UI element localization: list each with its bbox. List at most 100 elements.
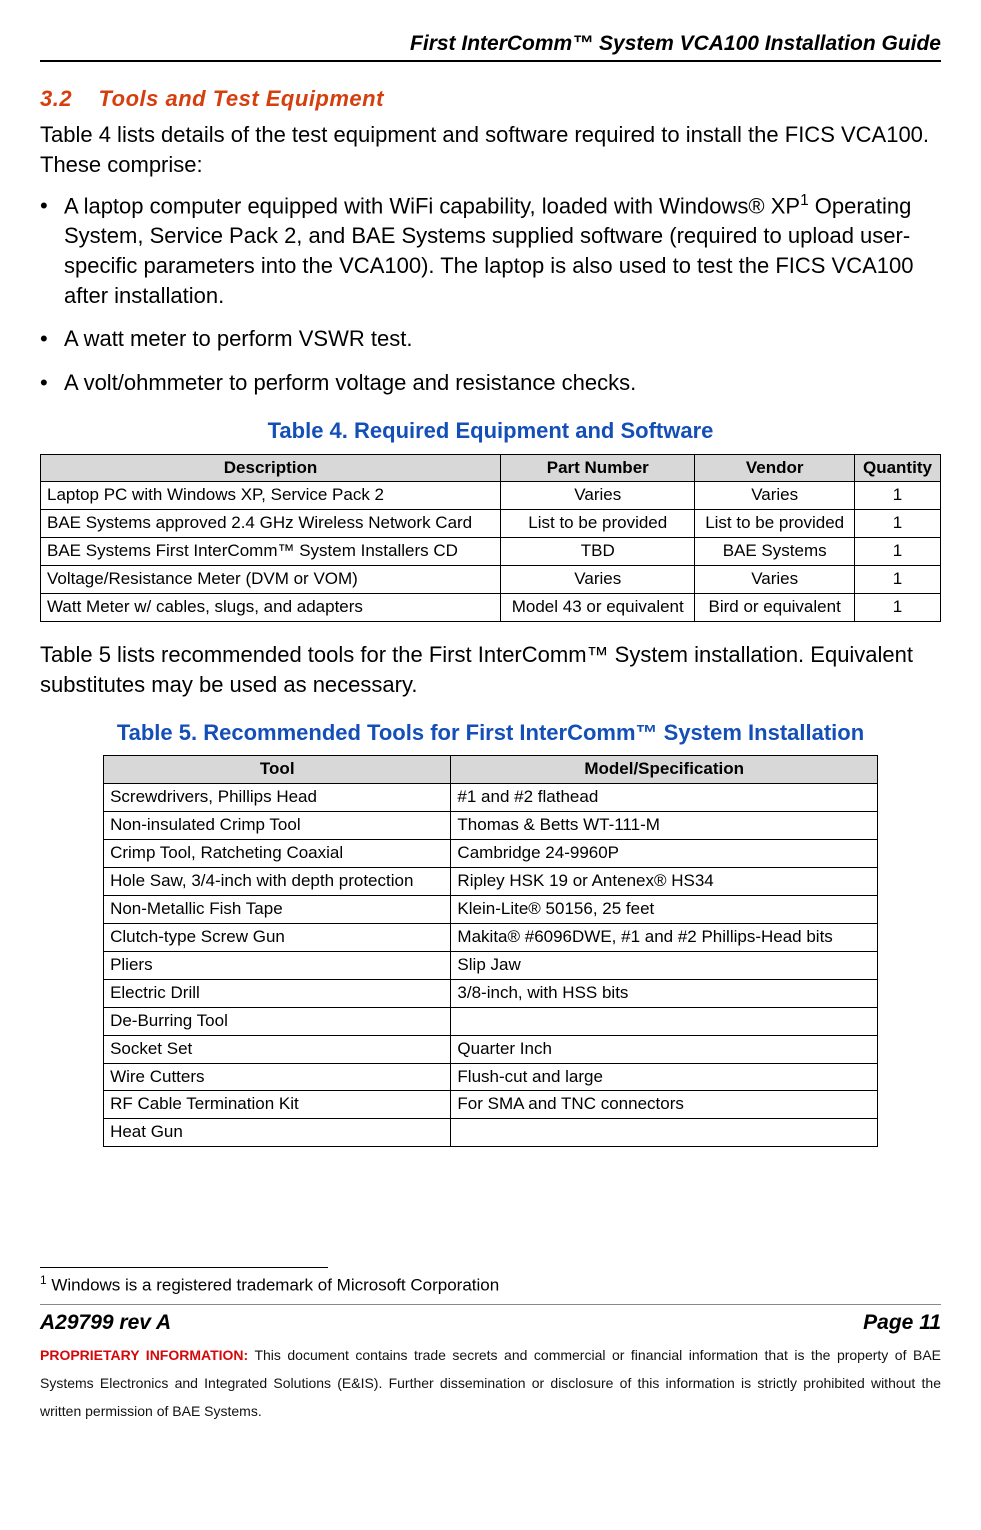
table-header: Model/Specification <box>451 756 878 784</box>
table-row: Voltage/Resistance Meter (DVM or VOM)Var… <box>41 566 941 594</box>
table-cell: TBD <box>501 538 695 566</box>
table-cell: Hole Saw, 3/4-inch with depth protection <box>104 867 451 895</box>
between-paragraph: Table 5 lists recommended tools for the … <box>40 640 941 699</box>
table-cell: De-Burring Tool <box>104 1007 451 1035</box>
table-cell: Socket Set <box>104 1035 451 1063</box>
table-cell: 1 <box>854 566 940 594</box>
table-cell: Varies <box>501 566 695 594</box>
footnote-marker: 1 <box>40 1273 47 1287</box>
table-cell: Quarter Inch <box>451 1035 878 1063</box>
table-cell: 3/8-inch, with HSS bits <box>451 979 878 1007</box>
footnote-rule <box>40 1267 328 1268</box>
table-cell: RF Cable Termination Kit <box>104 1091 451 1119</box>
table-cell: BAE Systems approved 2.4 GHz Wireless Ne… <box>41 510 501 538</box>
proprietary-notice: PROPRIETARY INFORMATION: This document c… <box>40 1341 941 1425</box>
table-cell: Wire Cutters <box>104 1063 451 1091</box>
table-cell: #1 and #2 flathead <box>451 784 878 812</box>
page-header: First InterComm™ System VCA100 Installat… <box>40 30 941 62</box>
table-row: BAE Systems approved 2.4 GHz Wireless Ne… <box>41 510 941 538</box>
table-cell: Thomas & Betts WT-111-M <box>451 812 878 840</box>
table-row: Laptop PC with Windows XP, Service Pack … <box>41 482 941 510</box>
table-cell: List to be provided <box>695 510 855 538</box>
table-cell: Pliers <box>104 951 451 979</box>
table-cell <box>451 1007 878 1035</box>
table-cell: Heat Gun <box>104 1119 451 1147</box>
table-cell: Cambridge 24-9960P <box>451 840 878 868</box>
section-heading: 3.2 Tools and Test Equipment <box>40 84 941 114</box>
table-cell: Makita® #6096DWE, #1 and #2 Phillips-Hea… <box>451 923 878 951</box>
table-cell: Flush-cut and large <box>451 1063 878 1091</box>
table-cell: List to be provided <box>501 510 695 538</box>
page-number: Page 11 <box>863 1309 941 1337</box>
table-cell <box>451 1119 878 1147</box>
table-row: PliersSlip Jaw <box>104 951 878 979</box>
table-cell: Klein-Lite® 50156, 25 feet <box>451 895 878 923</box>
table-row: RF Cable Termination KitFor SMA and TNC … <box>104 1091 878 1119</box>
bullet-text: A laptop computer equipped with WiFi cap… <box>64 191 941 310</box>
table5-title: Table 5. Recommended Tools for First Int… <box>40 718 941 748</box>
table-row: Clutch-type Screw GunMakita® #6096DWE, #… <box>104 923 878 951</box>
table-cell: Varies <box>695 482 855 510</box>
table-header: Tool <box>104 756 451 784</box>
table-cell: BAE Systems <box>695 538 855 566</box>
doc-rev: A29799 rev A <box>40 1309 171 1337</box>
table-cell: Screwdrivers, Phillips Head <box>104 784 451 812</box>
table-row: De-Burring Tool <box>104 1007 878 1035</box>
table-cell: Clutch-type Screw Gun <box>104 923 451 951</box>
table-cell: Ripley HSK 19 or Antenex® HS34 <box>451 867 878 895</box>
bullet-text: A volt/ohmmeter to perform voltage and r… <box>64 368 941 398</box>
table-row: BAE Systems First InterComm™ System Inst… <box>41 538 941 566</box>
footnote: 1 Windows is a registered trademark of M… <box>40 1272 941 1298</box>
table-row: Electric Drill3/8-inch, with HSS bits <box>104 979 878 1007</box>
table-cell: 1 <box>854 594 940 622</box>
table-cell: Electric Drill <box>104 979 451 1007</box>
table-row: Non-Metallic Fish TapeKlein-Lite® 50156,… <box>104 895 878 923</box>
bullet-dot: • <box>40 191 64 310</box>
table-row: Hole Saw, 3/4-inch with depth protection… <box>104 867 878 895</box>
footnote-text: Windows is a registered trademark of Mic… <box>47 1276 500 1295</box>
table-cell: 1 <box>854 538 940 566</box>
table-cell: 1 <box>854 482 940 510</box>
bullet-dot: • <box>40 324 64 354</box>
table-cell: Varies <box>695 566 855 594</box>
table4-title: Table 4. Required Equipment and Software <box>40 416 941 446</box>
table-header: Part Number <box>501 454 695 482</box>
table-cell: Bird or equivalent <box>695 594 855 622</box>
table-header: Vendor <box>695 454 855 482</box>
bullet-list: •A laptop computer equipped with WiFi ca… <box>40 191 941 397</box>
table-row: Socket SetQuarter Inch <box>104 1035 878 1063</box>
table-cell: Non-insulated Crimp Tool <box>104 812 451 840</box>
table-cell: Slip Jaw <box>451 951 878 979</box>
section-title: Tools and Test Equipment <box>99 86 384 111</box>
table-cell: Non-Metallic Fish Tape <box>104 895 451 923</box>
table-cell: For SMA and TNC connectors <box>451 1091 878 1119</box>
bullet-item: •A volt/ohmmeter to perform voltage and … <box>40 368 941 398</box>
superscript: 1 <box>800 192 809 209</box>
table-cell: Watt Meter w/ cables, slugs, and adapter… <box>41 594 501 622</box>
table-row: Screwdrivers, Phillips Head#1 and #2 fla… <box>104 784 878 812</box>
table-cell: Laptop PC with Windows XP, Service Pack … <box>41 482 501 510</box>
proprietary-label: PROPRIETARY INFORMATION: <box>40 1347 248 1363</box>
table4: DescriptionPart NumberVendorQuantity Lap… <box>40 454 941 623</box>
section-number: 3.2 <box>40 86 72 111</box>
table-row: Non-insulated Crimp ToolThomas & Betts W… <box>104 812 878 840</box>
table-row: Crimp Tool, Ratcheting CoaxialCambridge … <box>104 840 878 868</box>
table-row: Watt Meter w/ cables, slugs, and adapter… <box>41 594 941 622</box>
table-cell: Crimp Tool, Ratcheting Coaxial <box>104 840 451 868</box>
table-row: Heat Gun <box>104 1119 878 1147</box>
bullet-text: A watt meter to perform VSWR test. <box>64 324 941 354</box>
table-cell: Voltage/Resistance Meter (DVM or VOM) <box>41 566 501 594</box>
table-cell: BAE Systems First InterComm™ System Inst… <box>41 538 501 566</box>
table-header: Description <box>41 454 501 482</box>
table-header: Quantity <box>854 454 940 482</box>
table-cell: Varies <box>501 482 695 510</box>
table-row: Wire CuttersFlush-cut and large <box>104 1063 878 1091</box>
intro-paragraph: Table 4 lists details of the test equipm… <box>40 120 941 179</box>
table5: ToolModel/Specification Screwdrivers, Ph… <box>103 755 878 1147</box>
bullet-dot: • <box>40 368 64 398</box>
footer: A29799 rev A Page 11 PROPRIETARY INFORMA… <box>40 1304 941 1425</box>
bullet-item: •A watt meter to perform VSWR test. <box>40 324 941 354</box>
table-cell: Model 43 or equivalent <box>501 594 695 622</box>
table-cell: 1 <box>854 510 940 538</box>
bullet-item: •A laptop computer equipped with WiFi ca… <box>40 191 941 310</box>
